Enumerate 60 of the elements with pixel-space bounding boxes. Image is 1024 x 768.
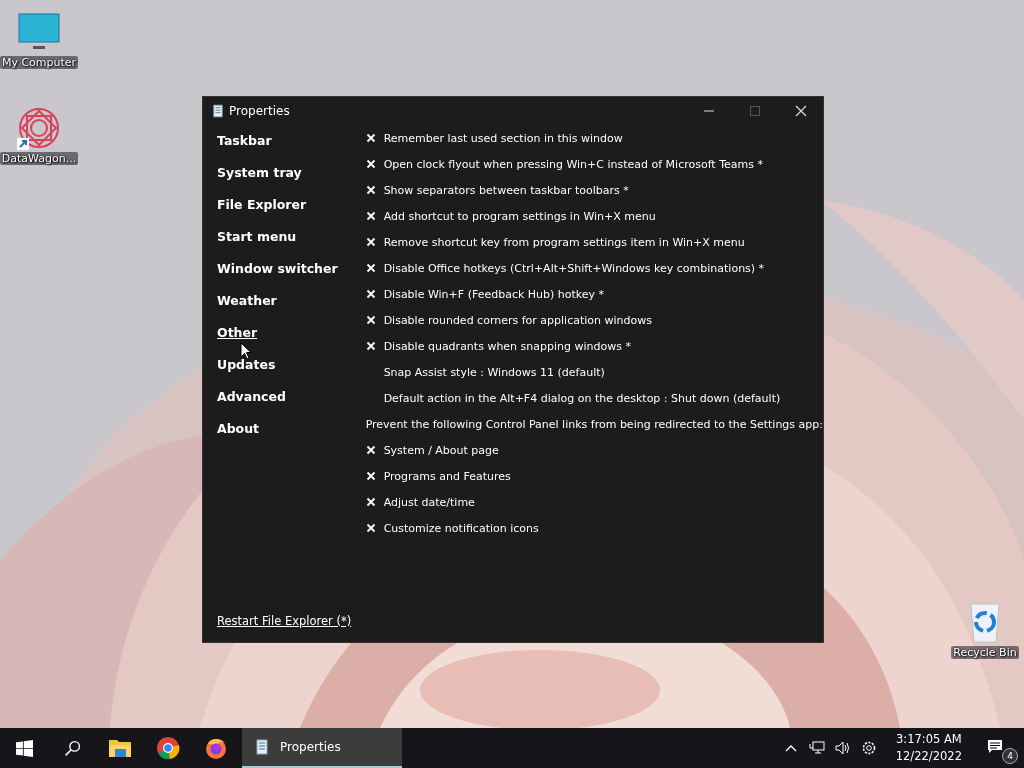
sidebar-item[interactable]: Start menu <box>217 223 366 255</box>
option-label[interactable]: Adjust date/time <box>383 495 475 509</box>
close-icon[interactable] <box>795 105 807 117</box>
option-label[interactable]: Disable rounded corners for application windows <box>383 313 652 327</box>
window-title: Properties <box>229 104 291 118</box>
firefox-icon[interactable] <box>204 736 228 760</box>
checkbox-icon[interactable] <box>365 263 376 273</box>
app-icon <box>256 739 268 755</box>
clock-date[interactable]: 12/22/2022 <box>895 748 962 765</box>
option-label[interactable]: Show separators between taskbar toolbars * <box>383 183 629 197</box>
sidebar-item[interactable]: Other <box>217 319 366 351</box>
notification-count: 4 <box>1002 748 1018 764</box>
checkbox-icon[interactable] <box>365 341 376 351</box>
section-heading: Prevent the following Control Panel links from being redirected to the Settings app: <box>365 417 823 431</box>
option-choice[interactable]: Default action in the Alt+F4 dialog on the desktop : Shut down (default) <box>383 391 781 405</box>
sidebar-item[interactable]: Updates <box>217 351 366 383</box>
chrome-icon[interactable] <box>156 736 180 760</box>
sidebar-item[interactable]: Advanced <box>217 383 366 415</box>
sidebar-item[interactable]: Window switcher <box>217 255 366 287</box>
option-label[interactable]: Programs and Features <box>383 469 511 483</box>
option-label[interactable]: Open clock flyout when pressing Win+C instead of Microsoft Teams * <box>383 157 763 171</box>
checkbox-icon[interactable] <box>365 133 376 143</box>
checkbox-icon[interactable] <box>365 185 376 195</box>
option-label[interactable]: Remember last used section in this window <box>383 131 623 145</box>
checkbox-icon[interactable] <box>365 523 376 533</box>
mouse-cursor-icon <box>240 342 252 360</box>
volume-icon[interactable] <box>834 740 851 756</box>
icon-label[interactable]: Recycle Bin <box>951 646 1019 659</box>
sidebar-item[interactable]: Taskbar <box>217 127 366 159</box>
checkbox-icon[interactable] <box>365 497 376 507</box>
icon-label[interactable]: My Computer <box>0 56 79 69</box>
checkbox-icon[interactable] <box>365 315 376 325</box>
sidebar-item[interactable]: File Explorer <box>217 191 366 223</box>
start-icon[interactable] <box>16 739 33 757</box>
checkbox-icon[interactable] <box>365 211 376 221</box>
checkbox-icon[interactable] <box>365 445 376 455</box>
search-icon[interactable] <box>64 739 81 757</box>
checkbox-icon[interactable] <box>365 159 376 169</box>
clock-time[interactable]: 3:17:05 AM <box>895 731 962 748</box>
option-label[interactable]: Disable Office hotkeys (Ctrl+Alt+Shift+Windows key combinations) * <box>383 261 765 275</box>
option-label[interactable]: System / About page <box>383 443 499 457</box>
option-label[interactable]: Customize notification icons <box>383 521 539 535</box>
option-label[interactable]: Add shortcut to program settings in Win+X menu <box>383 209 656 223</box>
sidebar-item[interactable]: System tray <box>217 159 366 191</box>
restart-link[interactable]: Restart File Explorer (*) <box>217 614 366 628</box>
taskbar-window-button[interactable]: Properties <box>242 728 402 768</box>
option-choice[interactable]: Snap Assist style : Windows 11 (default) <box>383 365 605 379</box>
network-icon[interactable] <box>808 740 825 756</box>
settings-icon[interactable] <box>860 740 877 756</box>
checkbox-icon[interactable] <box>365 289 376 299</box>
checkbox-icon[interactable] <box>365 237 376 247</box>
option-label[interactable]: Disable quadrants when snapping windows * <box>383 339 631 353</box>
option-label[interactable]: Remove shortcut key from program settings item in Win+X menu <box>383 235 745 249</box>
sidebar-item[interactable]: Weather <box>217 287 366 319</box>
option-label[interactable]: Disable Win+F (Feedback Hub) hotkey * <box>383 287 605 301</box>
app-icon <box>213 104 223 118</box>
notification-icon[interactable] <box>987 738 1003 754</box>
checkbox-icon[interactable] <box>365 471 376 481</box>
star-pattern-icon[interactable] <box>17 106 61 150</box>
sidebar-item[interactable]: About <box>217 415 366 447</box>
